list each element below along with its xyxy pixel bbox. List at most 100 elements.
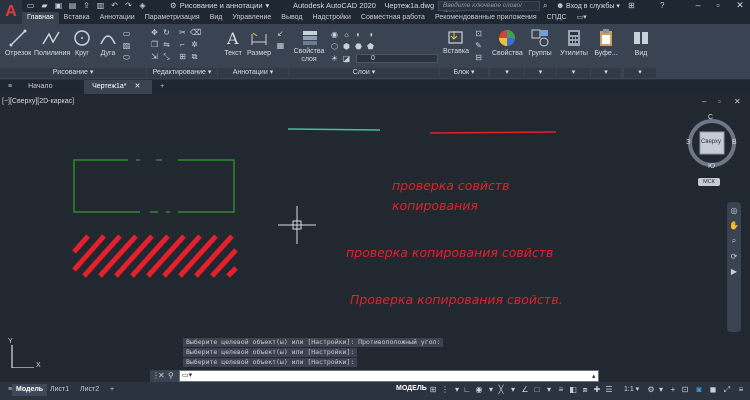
red-text-3[interactable]: Проверка копирования свойств.	[350, 292, 563, 307]
layer-on-icon[interactable]: ◉	[330, 30, 339, 39]
tab-collaborate[interactable]: Совместная работа	[356, 12, 430, 24]
units-icon[interactable]: ⊡	[680, 385, 690, 394]
quick-properties-icon[interactable]: ◙	[694, 385, 704, 394]
layer-merge-icon[interactable]: ⬣	[354, 42, 363, 51]
rectangle-icon[interactable]: ▭	[122, 29, 131, 38]
tab-sheet2[interactable]: Лист2	[76, 384, 103, 396]
tab-sheet1[interactable]: Лист1	[46, 384, 73, 396]
annotation-add-icon[interactable]: +	[668, 385, 678, 394]
polar-icon[interactable]: ◉	[474, 385, 484, 394]
layer-freeze-icon[interactable]: ☼	[342, 30, 351, 39]
cyan-line[interactable]	[287, 128, 381, 131]
groups-button[interactable]: Группы	[526, 28, 554, 57]
minimize-icon[interactable]: –	[690, 0, 706, 10]
table-icon[interactable]: ▦	[276, 41, 285, 50]
layer-match-icon[interactable]: ⬡	[330, 42, 339, 51]
groups-panel-expand[interactable]: ▾	[525, 68, 556, 78]
command-history-toggle-icon[interactable]: ▴	[592, 372, 596, 380]
polyline-button[interactable]: Полилиния	[34, 28, 70, 57]
workspace-switcher[interactable]: ⚙ Рисование и аннотации ▾	[170, 1, 269, 10]
viewport-close-icon[interactable]: ✕	[734, 97, 741, 106]
stretch-icon[interactable]: ⇲	[150, 52, 159, 61]
share-view-icon[interactable]: ◈	[138, 1, 147, 10]
scale-icon[interactable]: ⤡	[162, 52, 171, 61]
text-button[interactable]: A Текст	[220, 28, 246, 57]
offset-icon[interactable]: ⧉	[190, 52, 199, 61]
workspace-dropdown-icon[interactable]: ▾	[656, 385, 666, 394]
app-menu-button[interactable]: A	[0, 0, 22, 24]
transparency-icon[interactable]: ◧	[568, 385, 578, 394]
view-button[interactable]: Вид	[628, 28, 654, 57]
steering-wheel-icon[interactable]: ◎	[727, 206, 741, 215]
viewcube-north[interactable]: С	[708, 114, 713, 121]
layer-tools-icon[interactable]: ☀	[330, 54, 339, 63]
dimension-button[interactable]: Размер	[246, 28, 272, 57]
maximize-icon[interactable]: ▫	[710, 0, 726, 10]
share-icon[interactable]: ⇪	[82, 1, 91, 10]
model-space-button[interactable]: МОДЕЛЬ	[396, 385, 427, 392]
viewport-minimize-icon[interactable]: –	[702, 97, 706, 106]
viewcube-south[interactable]: Ю	[708, 163, 715, 170]
lineweight-icon[interactable]: ≡	[556, 385, 566, 394]
print-icon[interactable]: ▥	[96, 1, 105, 10]
viewport-controls[interactable]: [−][Сверху][2D-каркас]	[2, 98, 74, 105]
object-snap-tracking-icon[interactable]: ∠	[520, 385, 530, 394]
clipboard-button[interactable]: Буфе...	[592, 28, 620, 57]
orbit-icon[interactable]: ⟳	[727, 252, 741, 261]
tab-annotate[interactable]: Аннотации	[95, 12, 140, 24]
tab-spds[interactable]: СПДС	[542, 12, 572, 24]
showmotion-icon[interactable]: ▶	[727, 267, 741, 276]
ucs-dropdown[interactable]: МСК	[698, 178, 720, 186]
isodraft-dropdown-icon[interactable]: ▾	[508, 385, 518, 394]
clean-screen-icon[interactable]: ⤢	[722, 385, 732, 395]
arc-button[interactable]: Дуга	[96, 28, 120, 57]
snap-icon[interactable]: ⋮	[440, 385, 450, 394]
save-icon[interactable]: ▣	[54, 1, 63, 10]
annotation-visibility-icon[interactable]: ☰	[604, 385, 614, 394]
command-prompt-icon[interactable]: ▭▾	[182, 371, 192, 379]
help-icon[interactable]: ?	[660, 1, 664, 10]
layer-copy-icon[interactable]: ⬟	[366, 42, 375, 51]
circle-button[interactable]: Круг	[70, 28, 94, 57]
add-layout-button[interactable]: +	[106, 384, 118, 396]
command-close-icon[interactable]: ✕	[158, 371, 165, 380]
ellipse-icon[interactable]: ⬭	[122, 53, 131, 62]
object-snap-dropdown-icon[interactable]: ▾	[544, 385, 554, 394]
redo-icon[interactable]: ↷	[124, 1, 133, 10]
draw-panel-title[interactable]: Рисование ▾	[0, 68, 146, 78]
layer-isolate-icon[interactable]: ◐	[354, 30, 363, 39]
block-panel-title[interactable]: Блок ▾	[440, 68, 488, 78]
move-icon[interactable]: ✥	[150, 28, 159, 37]
trim-icon[interactable]: ✂	[178, 28, 187, 37]
tab-addins[interactable]: Надстройки	[307, 12, 355, 24]
leader-icon[interactable]: ↙	[276, 29, 285, 38]
red-line[interactable]	[429, 131, 557, 134]
menu-icon[interactable]: ≡	[0, 80, 20, 94]
viewcube-west[interactable]: З	[686, 139, 690, 146]
workspace-gear-icon[interactable]: ⚙	[646, 385, 656, 394]
edit-attribute-icon[interactable]: ⊟	[474, 53, 483, 62]
viewcube-east[interactable]: В	[732, 139, 737, 146]
zoom-icon[interactable]: ⌕	[727, 236, 741, 246]
snap-dropdown-icon[interactable]: ▾	[452, 385, 462, 394]
open-folder-icon[interactable]: ▰	[40, 1, 49, 10]
ortho-icon[interactable]: ∟	[462, 385, 472, 394]
undo-icon[interactable]: ↶	[110, 1, 119, 10]
tab-view[interactable]: Вид	[205, 12, 228, 24]
insert-block-button[interactable]: Вставка	[442, 28, 470, 55]
customization-icon[interactable]: ≡	[736, 385, 746, 394]
close-tab-icon[interactable]: ✕	[134, 83, 140, 90]
view-panel-expand[interactable]: ▾	[624, 68, 656, 78]
hardware-acceleration-icon[interactable]: ◼	[708, 385, 718, 394]
ribbon-toggle-icon[interactable]: ▭▾	[572, 12, 592, 24]
red-hatch[interactable]	[72, 234, 238, 278]
save-as-icon[interactable]: ▤	[68, 1, 77, 10]
pan-icon[interactable]: ✋	[727, 221, 741, 230]
red-text-2[interactable]: проверка копирования совйств	[346, 245, 553, 260]
tab-insert[interactable]: Вставка	[59, 12, 95, 24]
object-snap-icon[interactable]: □	[532, 385, 542, 394]
tab-output[interactable]: Вывод	[276, 12, 307, 24]
layer-dropdown[interactable]: 0	[356, 54, 438, 63]
layer-state-icon[interactable]: ◑	[366, 30, 375, 39]
layers-panel-title[interactable]: Слои ▾	[289, 68, 439, 78]
